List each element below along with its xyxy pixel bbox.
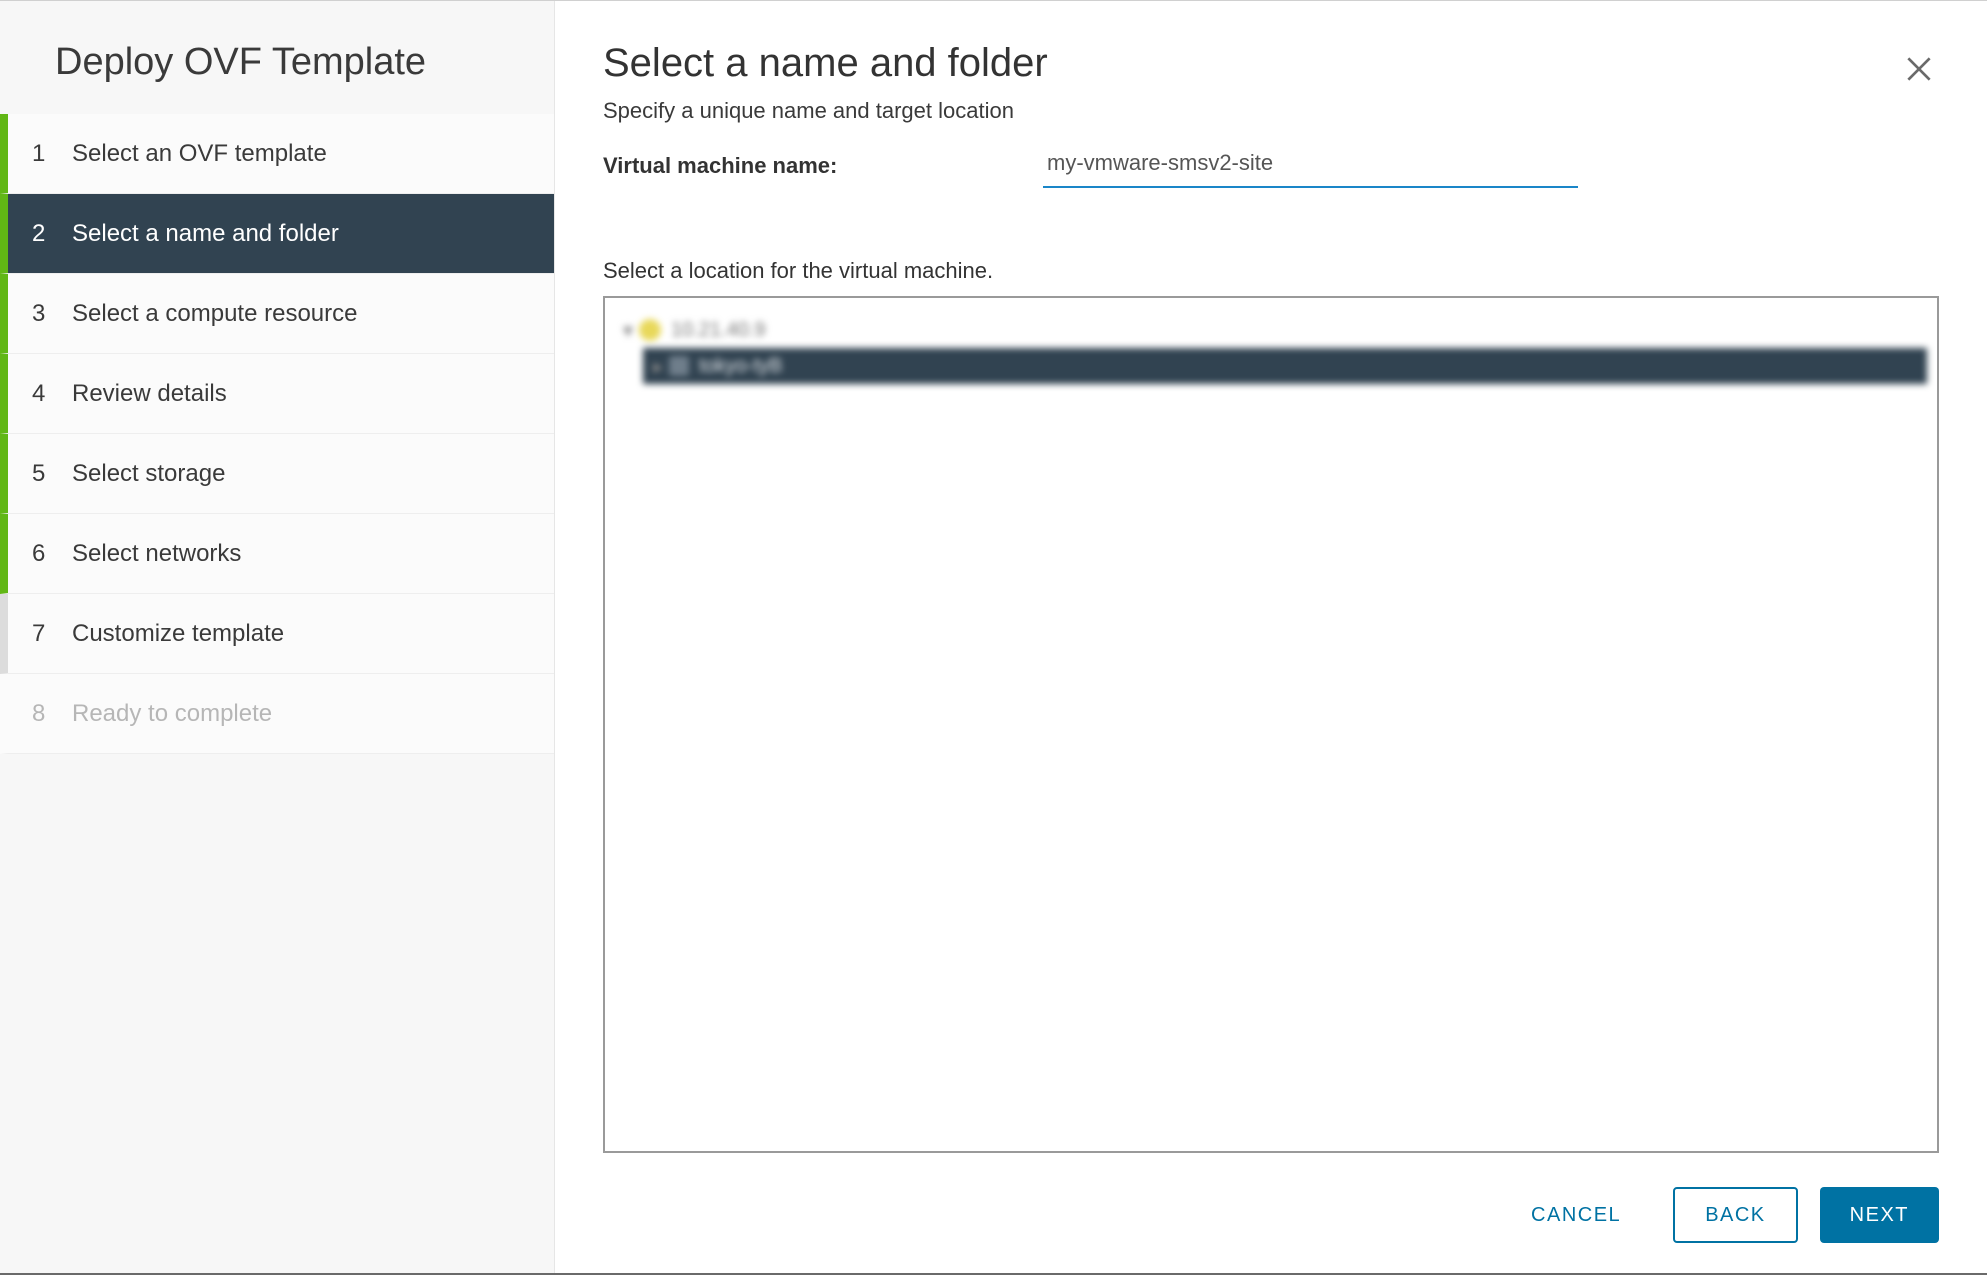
tree-node-label: tokyo-tyB — [699, 355, 782, 378]
wizard-step-label: Select storage — [72, 460, 225, 488]
wizard-panel: Select a name and folder Specify a uniqu… — [555, 1, 1987, 1273]
vcenter-icon — [639, 319, 661, 341]
vm-name-input[interactable] — [1043, 144, 1578, 188]
wizard-step-3[interactable]: 3 Select a compute resource — [0, 274, 554, 354]
panel-subtitle: Specify a unique name and target locatio… — [603, 98, 1939, 124]
next-button[interactable]: NEXT — [1820, 1187, 1939, 1243]
wizard-step-5[interactable]: 5 Select storage — [0, 434, 554, 514]
wizard-footer: CANCEL BACK NEXT — [603, 1153, 1939, 1243]
datacenter-icon — [669, 356, 689, 376]
close-icon[interactable] — [1903, 53, 1935, 85]
tree-child-node-selected[interactable]: ▸ tokyo-tyB — [643, 348, 1927, 384]
tree-node-label: 10.21.40.9 — [671, 319, 766, 342]
wizard-step-label: Customize template — [72, 620, 284, 648]
wizard-step-label: Select a name and folder — [72, 220, 339, 248]
back-button[interactable]: BACK — [1673, 1187, 1797, 1243]
caret-down-icon[interactable]: ▾ — [621, 318, 635, 343]
tree-root-node[interactable]: ▾ 10.21.40.9 — [615, 312, 1927, 348]
cancel-button[interactable]: CANCEL — [1501, 1187, 1651, 1243]
wizard-sidebar: Deploy OVF Template 1 Select an OVF temp… — [0, 1, 555, 1273]
wizard-step-number: 4 — [32, 380, 72, 408]
wizard-steps: 1 Select an OVF template 2 Select a name… — [0, 114, 554, 754]
wizard-step-4[interactable]: 4 Review details — [0, 354, 554, 434]
wizard-step-label: Review details — [72, 380, 227, 408]
wizard-step-number: 2 — [32, 220, 72, 248]
wizard-step-label: Select networks — [72, 540, 241, 568]
wizard-step-7[interactable]: 7 Customize template — [0, 594, 554, 674]
wizard-step-number: 1 — [32, 140, 72, 168]
wizard-step-label: Select a compute resource — [72, 300, 357, 328]
wizard-step-label: Ready to complete — [72, 700, 272, 728]
wizard-title: Deploy OVF Template — [0, 41, 554, 114]
vm-name-label: Virtual machine name: — [603, 153, 1043, 179]
wizard-step-2[interactable]: 2 Select a name and folder — [0, 194, 554, 274]
wizard-step-1[interactable]: 1 Select an OVF template — [0, 114, 554, 194]
wizard-step-number: 6 — [32, 540, 72, 568]
wizard-step-8: 8 Ready to complete — [0, 674, 554, 754]
wizard-step-number: 3 — [32, 300, 72, 328]
location-tree[interactable]: ▾ 10.21.40.9 ▸ tokyo-tyB — [603, 296, 1939, 1153]
wizard-step-number: 8 — [32, 700, 72, 728]
caret-right-icon[interactable]: ▸ — [651, 354, 665, 379]
location-label: Select a location for the virtual machin… — [603, 258, 1939, 284]
wizard-step-number: 7 — [32, 620, 72, 648]
wizard-step-number: 5 — [32, 460, 72, 488]
vm-name-row: Virtual machine name: — [603, 144, 1939, 188]
panel-title: Select a name and folder — [603, 41, 1939, 86]
wizard-step-label: Select an OVF template — [72, 140, 327, 168]
deploy-ovf-dialog: Deploy OVF Template 1 Select an OVF temp… — [0, 0, 1987, 1275]
wizard-step-6[interactable]: 6 Select networks — [0, 514, 554, 594]
